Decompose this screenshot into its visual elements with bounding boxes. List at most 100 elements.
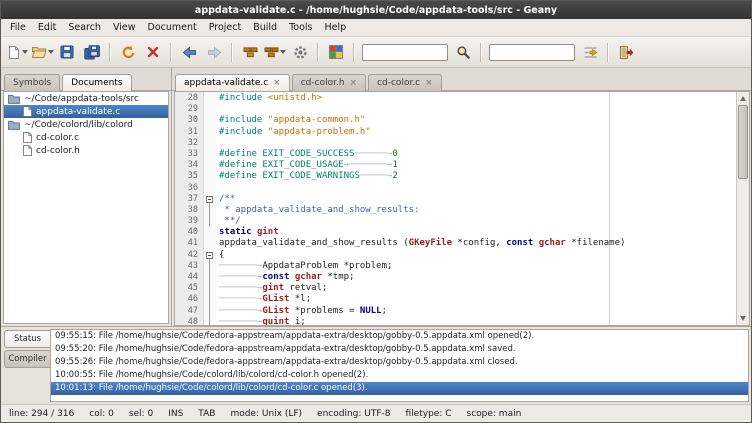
code-row[interactable]: 38 * appdata_validate_and_show_results:	[175, 205, 737, 216]
code-line: ───────→guint i;	[216, 317, 306, 326]
menu-help[interactable]: Help	[319, 20, 353, 35]
editor[interactable]: 28#include <unistd.h>2930#include "appda…	[174, 91, 750, 326]
code-line: ───────→GList *problems = NULL;	[216, 306, 387, 317]
menu-build[interactable]: Build	[247, 20, 283, 35]
code-area[interactable]: 28#include <unistd.h>2930#include "appda…	[175, 92, 737, 326]
line-number: 28	[175, 93, 204, 104]
fold-cell	[204, 261, 216, 272]
code-row[interactable]: 33#define EXIT_CODE_SUCCESS──────→0	[175, 149, 737, 160]
open-file-button[interactable]	[30, 40, 54, 64]
forward-button[interactable]	[202, 40, 226, 64]
menu-project[interactable]: Project	[203, 20, 248, 35]
close-button[interactable]	[141, 40, 165, 64]
back-button[interactable]	[177, 40, 201, 64]
sidebar-tab-symbols[interactable]: Symbols	[4, 74, 60, 91]
menu-tools[interactable]: Tools	[283, 20, 318, 35]
tree-item[interactable]: cd-color.h	[4, 144, 168, 157]
code-row[interactable]: 48───────→guint i;	[175, 317, 737, 326]
new-file-button[interactable]	[5, 40, 29, 64]
tree-item[interactable]: cd-color.c	[4, 131, 168, 144]
code-row[interactable]: 35#define EXIT_CODE_WARNINGS─────→2	[175, 171, 737, 182]
editor-tab-cd-color-c[interactable]: cd-color.c×	[368, 74, 442, 91]
code-row[interactable]: 42{	[175, 250, 737, 261]
code-row[interactable]: 28#include <unistd.h>	[175, 93, 737, 104]
fold-cell	[204, 160, 216, 171]
dropdown-arrow-icon[interactable]	[280, 50, 286, 54]
fold-cell	[204, 216, 216, 227]
dropdown-arrow-icon[interactable]	[22, 50, 28, 54]
menu-search[interactable]: Search	[62, 20, 107, 35]
code-line: ───────→const gchar *tmp;	[216, 272, 354, 283]
fold-cell	[204, 183, 216, 194]
fold-line	[209, 216, 210, 227]
goto-line-button[interactable]	[578, 40, 602, 64]
code-row[interactable]: 40static gint	[175, 227, 737, 238]
scroll-down-icon[interactable]	[740, 316, 746, 321]
revert-icon	[121, 45, 136, 60]
menu-document[interactable]: Document	[142, 20, 203, 35]
code-line: #define EXIT_CODE_WARNINGS─────→2	[216, 171, 398, 182]
fold-cell	[204, 127, 216, 138]
color-chooser-button[interactable]	[324, 40, 348, 64]
fold-cell	[204, 306, 216, 317]
search-button[interactable]	[451, 40, 475, 64]
code-line: * appdata_validate_and_show_results:	[216, 205, 419, 216]
search-input[interactable]	[362, 44, 448, 61]
fold-box-icon[interactable]	[206, 196, 213, 203]
log-row[interactable]: 09:55:20: File /home/hughsie/Code/fedora…	[51, 343, 748, 356]
sidebar-tab-documents[interactable]: Documents	[62, 74, 131, 91]
tree-item-label: cd-color.c	[36, 133, 79, 143]
fold-box-icon[interactable]	[206, 252, 213, 259]
build-button[interactable]	[263, 40, 287, 64]
code-row[interactable]: 47───────→GList *problems = NULL;	[175, 306, 737, 317]
code-row[interactable]: 45───────→gint retval;	[175, 283, 737, 294]
message-tab-compiler[interactable]: Compiler	[4, 350, 50, 368]
compile-button[interactable]	[238, 40, 262, 64]
log-row[interactable]: 10:01:13: File /home/hughsie/Code/colord…	[51, 382, 748, 395]
scrollbar-thumb[interactable]	[738, 105, 748, 179]
code-row[interactable]: 36	[175, 183, 737, 194]
code-row[interactable]: 34#define EXIT_CODE_USAGE→───────→1	[175, 160, 737, 171]
fold-cell[interactable]	[204, 194, 216, 205]
run-button[interactable]	[288, 40, 312, 64]
line-number: 45	[175, 283, 204, 294]
save-all-button[interactable]	[80, 40, 104, 64]
tab-close-icon[interactable]: ×	[350, 79, 358, 88]
code-row[interactable]: 32	[175, 138, 737, 149]
save-button[interactable]	[55, 40, 79, 64]
sidebar-tabs: SymbolsDocuments	[1, 68, 171, 91]
editor-tab-appdata-validate-c[interactable]: appdata-validate.c×	[175, 74, 290, 91]
code-row[interactable]: 39 **/	[175, 216, 737, 227]
new-icon	[7, 45, 21, 60]
code-line: /**	[216, 194, 235, 205]
dropdown-arrow-icon[interactable]	[48, 50, 54, 54]
message-tab-status[interactable]: Status	[4, 330, 50, 348]
menu-edit[interactable]: Edit	[32, 20, 62, 35]
log-row[interactable]: 09:55:15: File /home/hughsie/Code/fedora…	[51, 330, 748, 343]
tree-item[interactable]: ~/Code/colord/lib/colord	[4, 118, 168, 131]
code-row[interactable]: 31#include "appdata-problem.h"	[175, 127, 737, 138]
status-encoding: encoding: UTF-8	[317, 409, 390, 419]
quit-button[interactable]	[614, 40, 638, 64]
log-row[interactable]: 09:55:26: File /home/hughsie/Code/fedora…	[51, 356, 748, 369]
code-row[interactable]: 29	[175, 104, 737, 115]
revert-button[interactable]	[116, 40, 140, 64]
tab-close-icon[interactable]: ×	[425, 79, 433, 88]
code-row[interactable]: 43───────→AppdataProblem *problem;	[175, 261, 737, 272]
editor-tab-cd-color-h[interactable]: cd-color.h×	[292, 74, 366, 91]
tree-item[interactable]: ~/Code/appdata-tools/src	[4, 92, 168, 105]
code-row[interactable]: 37/**	[175, 194, 737, 205]
code-row[interactable]: 30#include "appdata-common.h"	[175, 115, 737, 126]
log-row[interactable]: 10:00:55: File /home/hughsie/Code/colord…	[51, 369, 748, 382]
tab-close-icon[interactable]: ×	[273, 79, 281, 88]
tree-item[interactable]: appdata-validate.c	[4, 105, 168, 118]
code-row[interactable]: 44───────→const gchar *tmp;	[175, 272, 737, 283]
code-row[interactable]: 41appdata_validate_and_show_results (GKe…	[175, 238, 737, 249]
scroll-up-icon[interactable]	[740, 96, 746, 101]
editor-scrollbar[interactable]	[736, 92, 749, 325]
menu-file[interactable]: File	[4, 20, 32, 35]
menu-view[interactable]: View	[107, 20, 142, 35]
code-row[interactable]: 46───────→GList *l;	[175, 294, 737, 305]
goto-line-input[interactable]	[489, 44, 575, 61]
fold-cell[interactable]	[204, 250, 216, 261]
